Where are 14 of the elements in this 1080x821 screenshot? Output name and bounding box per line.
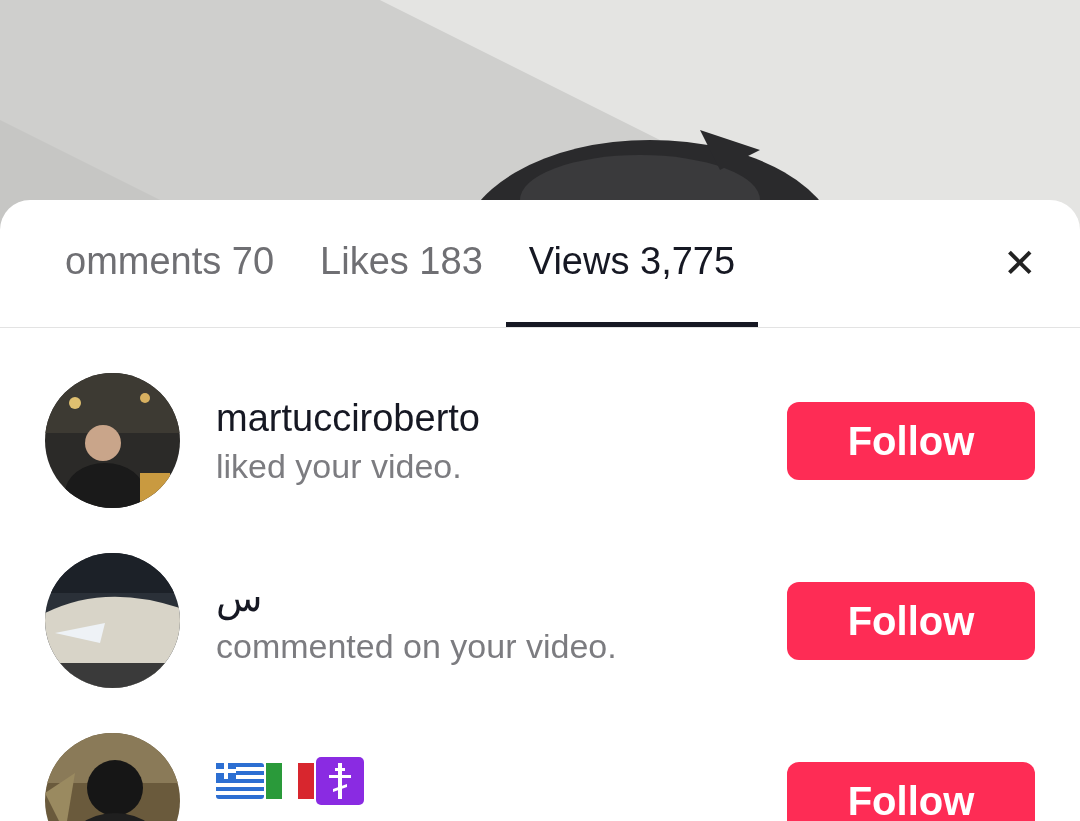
italy-flag-icon bbox=[266, 762, 314, 799]
username: martucciroberto bbox=[216, 395, 481, 440]
follow-button[interactable]: Follow bbox=[787, 581, 1035, 660]
activity-text: liked your video. bbox=[216, 445, 463, 486]
greece-flag-icon bbox=[216, 762, 264, 799]
cross-icon bbox=[316, 756, 364, 805]
activity-text: commented on your video. bbox=[216, 625, 618, 666]
tab[interactable]: Likes 183 bbox=[297, 200, 506, 327]
follow-button[interactable]: Follow bbox=[787, 401, 1035, 480]
tab[interactable]: Views 3,775 bbox=[505, 200, 759, 327]
follow-button[interactable]: Follow bbox=[787, 761, 1035, 821]
close-button[interactable]: ✕ bbox=[1000, 242, 1040, 283]
username: س bbox=[216, 575, 263, 620]
tab[interactable]: omments 70 bbox=[42, 200, 298, 327]
